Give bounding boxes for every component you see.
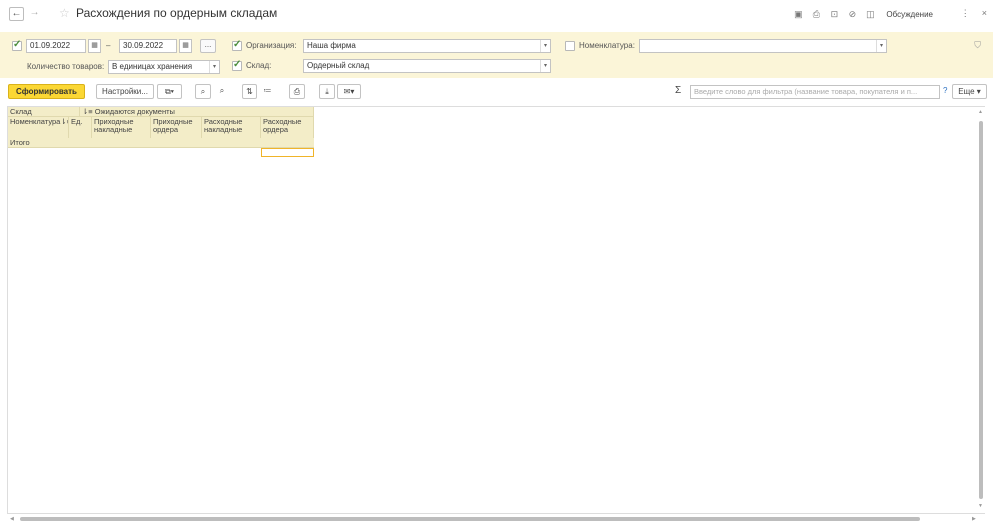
period-checkbox[interactable] xyxy=(12,39,22,51)
more-label: Еще xyxy=(958,87,975,96)
find-button[interactable]: ⌕ xyxy=(195,84,211,99)
warehouse-checkbox[interactable] xyxy=(232,59,242,71)
total-row[interactable]: Итого xyxy=(8,138,314,148)
nomenclature-label: Номенклатура: xyxy=(579,41,635,50)
organization-checkbox[interactable] xyxy=(232,39,242,51)
find-next-icon: ⌕ xyxy=(219,86,225,95)
period-select-button[interactable]: ... xyxy=(200,39,216,53)
date-from-field[interactable]: 01.09.2022 xyxy=(26,39,86,53)
collapse-icon: ≔ xyxy=(263,86,272,95)
calendar-icon[interactable]: ▦ xyxy=(88,39,101,53)
report-spreadsheet[interactable]: Склад ⇂≡ Ожидаются документы Номенклатур… xyxy=(7,106,985,514)
chevron-down-icon[interactable]: ▾ xyxy=(876,40,886,52)
quantity-select[interactable]: В единицах хранения ▾ xyxy=(108,60,220,74)
expand-icon: ⇅ xyxy=(246,87,253,96)
quantity-value: В единицах хранения xyxy=(112,62,193,71)
scroll-left-icon[interactable]: ◀ xyxy=(10,516,14,522)
save-report-button[interactable]: ⤓ xyxy=(319,84,335,99)
sort-icon: ⇂≡ xyxy=(82,107,95,116)
calendar-icon[interactable]: ▦ xyxy=(179,39,192,53)
download-icon: ⤓ xyxy=(325,87,329,96)
vertical-scrollbar[interactable] xyxy=(979,121,983,499)
scroll-right-icon[interactable]: ▶ xyxy=(972,516,976,522)
total-label: Итого xyxy=(10,138,30,147)
printer-icon: ⎙ xyxy=(293,87,301,96)
settings-panel: 01.09.2022 ▦ – 30.09.2022 ▦ ... Организа… xyxy=(0,32,993,78)
chevron-down-icon[interactable]: ▾ xyxy=(540,60,550,72)
help-button[interactable]: ? xyxy=(943,86,947,95)
send-dropdown[interactable]: ✉▾ xyxy=(337,84,361,99)
back-button[interactable]: ← xyxy=(9,7,24,21)
header-expected-docs-label: Ожидаются документы xyxy=(94,107,175,116)
chevron-down-icon[interactable]: ▾ xyxy=(209,61,219,73)
report-toolbar: Сформировать Настройки... ⧉▾ ⌕ ⌕ ⇅ ≔ ⎙ ⤓… xyxy=(0,82,993,102)
quantity-label: Количество товаров: xyxy=(27,62,105,71)
find-next-button[interactable]: ⌕ xyxy=(214,84,230,99)
save-icon[interactable]: ▣ xyxy=(792,8,804,20)
report-variants-icon: ⧉▾ xyxy=(164,87,175,96)
chevron-down-icon: ▾ xyxy=(976,87,981,96)
print-icon[interactable]: ⎙ xyxy=(810,8,822,20)
organization-field[interactable]: Наша фирма ▾ xyxy=(303,39,551,53)
header-warehouse[interactable]: Склад xyxy=(8,107,80,117)
filter-search-input[interactable]: Введите слово для фильтра (название това… xyxy=(690,85,940,99)
discussion-button[interactable]: Обсуждение xyxy=(886,10,933,19)
title-bar: ← → ☆ Расхождения по ордерным складам ▣ … xyxy=(0,0,993,30)
chevron-down-icon[interactable]: ▾ xyxy=(540,40,550,52)
scroll-down-icon[interactable]: ▼ xyxy=(978,503,983,509)
envelope-icon: ✉▾ xyxy=(343,87,355,96)
horizontal-scrollbar[interactable] xyxy=(20,517,920,521)
search-icon: ⌕ xyxy=(200,87,206,96)
sort-icon: ⇂≡ xyxy=(60,117,68,126)
collapse-groups-button[interactable]: ≔ xyxy=(260,84,275,99)
date-separator: – xyxy=(106,41,111,50)
organization-value: Наша фирма xyxy=(307,41,356,50)
discussion-icon[interactable]: ◫ xyxy=(864,8,876,20)
favorite-star-icon[interactable]: ☆ xyxy=(59,6,70,20)
print-button[interactable]: ⎙ xyxy=(289,84,305,99)
arrow-left-icon: ← xyxy=(11,8,22,19)
expand-groups-button[interactable]: ⇅ xyxy=(242,84,257,99)
close-icon[interactable]: × xyxy=(982,8,987,19)
generate-button[interactable]: Сформировать xyxy=(8,84,85,99)
page-title: Расхождения по ордерным складам xyxy=(76,6,278,20)
nomenclature-checkbox[interactable] xyxy=(565,41,575,51)
preview-icon[interactable]: ⊡ xyxy=(828,8,840,20)
forward-button[interactable]: → xyxy=(27,7,42,21)
more-button[interactable]: Еще ▾ xyxy=(952,84,987,99)
filter-icon[interactable]: ⛉ xyxy=(974,40,981,51)
menu-dots-icon[interactable]: ⋮ xyxy=(961,8,970,19)
warehouse-label: Склад: xyxy=(246,61,272,70)
organization-label: Организация: xyxy=(246,41,297,50)
settings-button[interactable]: Настройки... xyxy=(96,84,154,99)
date-to-field[interactable]: 30.09.2022 xyxy=(119,39,177,53)
arrow-right-icon: → xyxy=(29,7,40,18)
link-icon[interactable]: ⊘ xyxy=(846,8,858,20)
warehouse-value: Ордерный склад xyxy=(307,61,370,70)
selected-cell[interactable] xyxy=(261,148,314,157)
header-expected-docs[interactable]: ⇂≡ Ожидаются документы xyxy=(80,107,314,117)
warehouse-field[interactable]: Ордерный склад ▾ xyxy=(303,59,551,73)
nomenclature-field[interactable]: ▾ xyxy=(639,39,887,53)
header-nomenclature-label: Номенклатура xyxy=(10,117,61,126)
sum-icon[interactable]: Σ xyxy=(675,85,681,96)
variants-dropdown[interactable]: ⧉▾ xyxy=(157,84,182,99)
scroll-up-icon[interactable]: ▲ xyxy=(978,109,983,115)
